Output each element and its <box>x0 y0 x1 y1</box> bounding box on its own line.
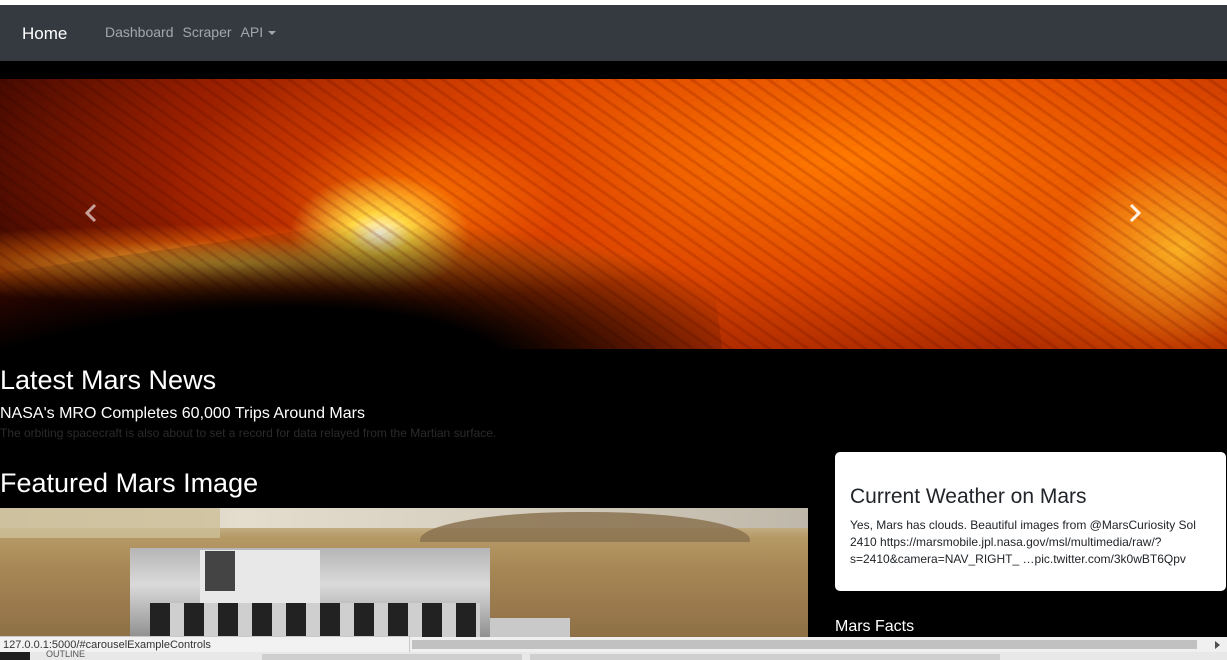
news-teaser: The orbiting spacecraft is also about to… <box>0 426 497 440</box>
featured-image-rover-mast <box>205 551 235 591</box>
nav-link-scraper[interactable]: Scraper <box>183 24 232 41</box>
bottom-panel-dark-block <box>0 652 30 660</box>
mars-facts-heading: Mars Facts <box>835 618 915 635</box>
featured-image-rover-wheels <box>150 603 480 640</box>
news-title: NASA's MRO Completes 60,000 Trips Around… <box>0 405 365 422</box>
scrollbar-thumb[interactable] <box>412 640 1197 649</box>
image-carousel <box>0 79 1227 349</box>
caret-down-icon <box>268 30 277 35</box>
carousel-next-control[interactable] <box>1090 79 1180 349</box>
nav-dropdown-api-label: API <box>240 24 264 40</box>
page: Home Dashboard Scraper API Latest Mars N… <box>0 0 1227 660</box>
horizontal-scrollbar[interactable] <box>410 637 1227 652</box>
scroll-right-arrow-icon[interactable] <box>1215 641 1220 649</box>
chevron-left-icon <box>84 203 97 223</box>
chevron-right-icon <box>1129 203 1142 223</box>
carousel-prev-control[interactable] <box>45 79 135 349</box>
navbar-brand-home[interactable]: Home <box>22 24 67 44</box>
bottom-panel-segment <box>262 654 522 660</box>
featured-mars-image[interactable] <box>0 508 808 640</box>
weather-tweet-text: Yes, Mars has clouds. Beautiful images f… <box>850 518 1196 566</box>
carousel-slide-texture <box>0 79 1227 349</box>
nav-link-dashboard[interactable]: Dashboard <box>105 24 174 41</box>
outline-panel-label[interactable]: OUTLINE <box>46 649 85 659</box>
nav-links: Dashboard Scraper API <box>105 24 277 41</box>
featured-image-heading: Featured Mars Image <box>0 468 259 498</box>
latest-news-heading: Latest Mars News <box>0 365 217 395</box>
weather-card: Current Weather on Mars Yes, Mars has cl… <box>835 452 1226 591</box>
featured-image-panel <box>0 508 220 538</box>
navbar: Home Dashboard Scraper API <box>0 5 1227 61</box>
bottom-panel-segment <box>530 654 1000 660</box>
nav-dropdown-api[interactable]: API <box>241 24 277 41</box>
weather-title: Current Weather on Mars <box>850 485 1087 508</box>
bottom-panel-strip: OUTLINE <box>0 649 1227 660</box>
